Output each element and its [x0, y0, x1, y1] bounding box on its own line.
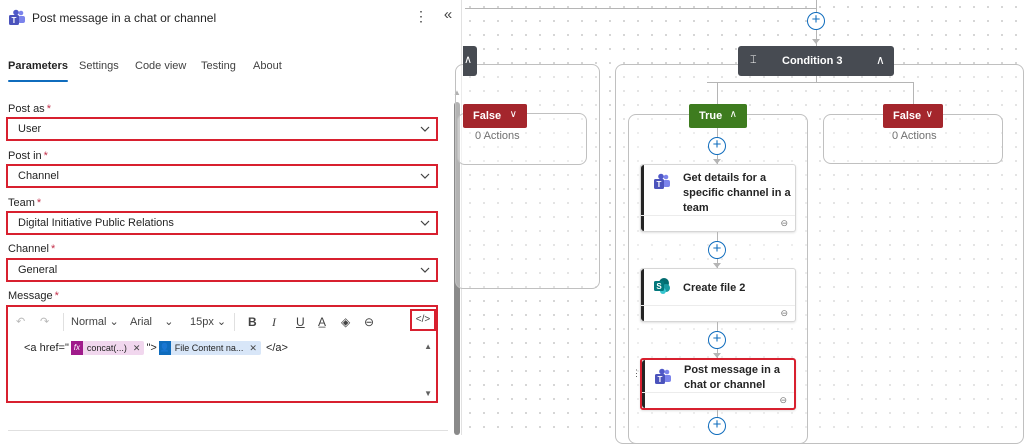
svg-text:T: T: [658, 375, 663, 384]
post-in-label: Post in *: [8, 150, 48, 162]
html-prefix-text: <a href=": [24, 341, 69, 354]
teams-icon: T: [654, 173, 670, 189]
connector-line: [465, 8, 817, 9]
collapse-chevron-icon[interactable]: ∧: [876, 53, 885, 67]
true-branch[interactable]: True ∧: [689, 104, 747, 128]
teams-icon: T: [655, 368, 671, 384]
panel-header: T Post message in a chat or channel ⋮ «: [0, 0, 462, 36]
connector-line: [717, 82, 718, 104]
dynamic-content-token[interactable]: 👤 File Content na... ✕: [158, 341, 261, 355]
font-family-select[interactable]: Arial ⌄: [130, 315, 173, 328]
post-as-value: User: [18, 123, 42, 135]
chevron-down-icon: [420, 173, 430, 179]
action-details-panel: T Post message in a chat or channel ⋮ « …: [0, 0, 462, 435]
zero-actions-text: 0 Actions: [475, 130, 520, 142]
card-title: Post message in a chat or channel: [684, 364, 780, 391]
svg-text:T: T: [657, 180, 662, 189]
editor-scroll-down-icon[interactable]: ▼: [424, 389, 432, 398]
redo-button[interactable]: ↷: [40, 315, 49, 328]
link-icon: ⊖: [780, 308, 788, 318]
team-label: Team *: [8, 197, 42, 209]
insert-step-button[interactable]: +: [708, 331, 726, 349]
condition-scope-left: [455, 64, 600, 289]
chevron-down-icon: [420, 126, 430, 132]
card-title: Get details for a specific channel in a …: [683, 172, 791, 214]
panel-divider: [8, 430, 448, 431]
html-middle-text: ">: [146, 341, 157, 354]
action-card-create-file[interactable]: S Create file 2 ⊖: [640, 268, 796, 322]
toolbar-divider: [234, 313, 235, 331]
undo-button[interactable]: ↶: [16, 315, 25, 328]
insert-step-button[interactable]: +: [708, 417, 726, 435]
remove-token-button[interactable]: ✕: [249, 343, 257, 353]
condition-title: Condition 3: [782, 55, 843, 67]
tab-parameters[interactable]: Parameters: [8, 60, 68, 82]
underline-button[interactable]: U: [296, 315, 305, 329]
user-icon: 👤: [158, 341, 171, 355]
condition-icon: ⌶: [750, 54, 757, 66]
font-size-select[interactable]: 15px ⌄: [190, 315, 226, 328]
link-icon: ⊖: [779, 395, 787, 405]
false-branch[interactable]: False ∨: [883, 104, 943, 128]
expression-token[interactable]: fx concat(...) ✕: [70, 341, 145, 355]
channel-label: Channel *: [8, 243, 56, 255]
remove-token-button[interactable]: ✕: [133, 343, 141, 353]
post-in-value: Channel: [18, 170, 59, 182]
card-footer: ⊖: [641, 305, 795, 321]
team-value: Digital Initiative Public Relations: [18, 217, 174, 229]
connector-line: [707, 82, 913, 83]
chevron-down-icon: [420, 220, 430, 226]
code-view-toggle-button[interactable]: </>: [410, 309, 436, 331]
tab-testing[interactable]: Testing: [201, 60, 236, 72]
tab-code-view[interactable]: Code view: [135, 60, 186, 72]
function-icon: fx: [70, 341, 83, 355]
rich-text-toolbar: ↶ ↷ Normal ⌄ Arial ⌄ 15px ⌄ B I U A̲ ◈ ⊖…: [8, 307, 436, 337]
insert-step-button[interactable]: +: [708, 137, 726, 155]
insert-step-button[interactable]: +: [807, 12, 825, 30]
card-title: Create file 2: [683, 282, 746, 294]
left-condition-header[interactable]: ∧: [463, 46, 477, 76]
channel-value: General: [18, 264, 58, 276]
message-label: Message *: [8, 290, 59, 302]
paragraph-style-select[interactable]: Normal ⌄: [71, 315, 119, 328]
drag-handle-icon[interactable]: ⋮: [632, 368, 641, 379]
sharepoint-icon: S: [654, 278, 670, 294]
team-dropdown[interactable]: Digital Initiative Public Relations: [6, 211, 438, 235]
chevron-down-icon: [420, 267, 430, 273]
more-options-button[interactable]: ⋮: [414, 8, 428, 26]
post-in-dropdown[interactable]: Channel: [6, 164, 438, 188]
highlight-button[interactable]: ◈: [341, 315, 350, 329]
message-editor[interactable]: ↶ ↷ Normal ⌄ Arial ⌄ 15px ⌄ B I U A̲ ◈ ⊖…: [6, 305, 438, 403]
bold-button[interactable]: B: [248, 315, 257, 329]
toolbar-divider: [63, 313, 64, 331]
svg-text:S: S: [656, 282, 662, 291]
card-footer: ⊖: [641, 215, 795, 231]
tab-about[interactable]: About: [253, 60, 282, 72]
collapse-panel-button[interactable]: «: [440, 6, 456, 26]
zero-actions-text: 0 Actions: [892, 130, 937, 142]
insert-step-button[interactable]: +: [708, 241, 726, 259]
post-as-dropdown[interactable]: User: [6, 117, 438, 141]
svg-text:T: T: [12, 16, 17, 25]
link-icon: ⊖: [780, 218, 788, 228]
connector-line: [913, 82, 914, 104]
action-card-post-message[interactable]: ⋮ T Post message in a chat or channel ⊖: [632, 358, 796, 410]
post-as-label: Post as *: [8, 103, 51, 115]
connector-line: [816, 76, 817, 83]
channel-dropdown[interactable]: General: [6, 258, 438, 282]
tab-settings[interactable]: Settings: [79, 60, 119, 72]
font-color-button[interactable]: A̲: [318, 315, 326, 329]
message-content[interactable]: <a href=" fx concat(...) ✕ "> 👤 File Content n…: [24, 341, 288, 355]
teams-icon: T: [9, 9, 25, 25]
condition-3-header[interactable]: ⌶ Condition 3 ∧: [738, 46, 894, 76]
false-branch-left[interactable]: False ∨: [463, 104, 527, 128]
card-footer: ⊖: [642, 392, 794, 408]
panel-title: Post message in a chat or channel: [32, 11, 217, 25]
html-suffix-text: </a>: [265, 341, 288, 354]
connector-arrow: [812, 39, 820, 44]
link-button[interactable]: ⊖: [364, 315, 374, 329]
editor-scroll-up-icon[interactable]: ▲: [424, 342, 432, 351]
action-card-get-channel-details[interactable]: T Get details for a specific channel in …: [640, 164, 796, 232]
italic-button[interactable]: I: [272, 315, 276, 330]
